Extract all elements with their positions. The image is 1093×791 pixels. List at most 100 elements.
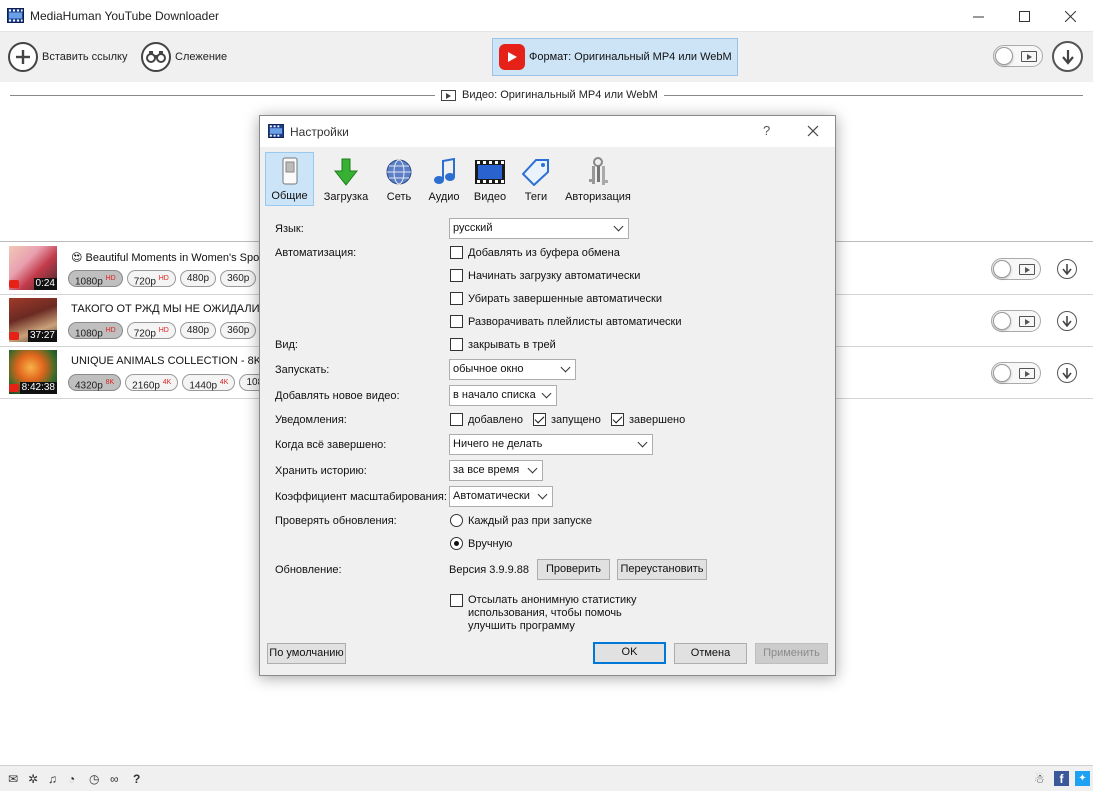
music-icon[interactable]: ♫ — [48, 772, 57, 786]
feedback-icon[interactable]: ✉ — [8, 772, 18, 786]
film-icon — [1019, 264, 1035, 275]
scale-select[interactable]: Автоматически — [449, 486, 553, 507]
notify-finished-checkbox[interactable]: завершено — [611, 413, 685, 426]
tab-network[interactable]: Сеть — [380, 152, 418, 206]
close-dialog-button[interactable] — [804, 122, 822, 140]
tab-label: Авторизация — [565, 191, 631, 203]
download-button[interactable] — [1057, 311, 1077, 331]
download-button[interactable] — [1057, 259, 1077, 279]
dialog-title: Настройки — [290, 125, 349, 139]
mediahuman-icon[interactable]: ☃ — [1034, 772, 1045, 786]
switch-icon — [273, 155, 307, 187]
maximize-button[interactable] — [1001, 0, 1047, 32]
tab-tags[interactable]: Теги — [518, 152, 554, 206]
tab-video[interactable]: Видео — [471, 152, 509, 206]
film-icon — [1019, 368, 1035, 379]
quality-chip[interactable]: 720p HD — [126, 270, 176, 287]
help-button[interactable]: ? — [763, 123, 770, 138]
add-new-video-select[interactable]: в начало списка — [449, 385, 557, 406]
music-note-icon — [427, 156, 461, 188]
cancel-button[interactable]: Отмена — [674, 643, 747, 664]
auto-clipboard-checkbox[interactable]: Добавлять из буфера обмена — [450, 246, 620, 259]
video-mode-toggle[interactable] — [991, 362, 1041, 384]
chevron-down-icon — [637, 437, 648, 448]
launch-select[interactable]: обычное окно — [449, 359, 576, 380]
quality-chips: 1080p HD 720p HD 480p 360p — [68, 270, 257, 287]
quality-chip[interactable]: 1440p 4K — [182, 374, 236, 391]
tab-label: Теги — [524, 191, 548, 203]
close-to-tray-checkbox[interactable]: закрывать в трей — [450, 338, 556, 351]
check-on-start-radio[interactable]: Каждый раз при запуске — [450, 514, 592, 527]
youtube-icon — [499, 44, 525, 70]
history-select[interactable]: за все время — [449, 460, 543, 481]
checkbox-label: добавлено — [468, 413, 524, 426]
facebook-icon[interactable]: f — [1054, 771, 1069, 786]
auto-start-checkbox[interactable]: Начинать загрузку автоматически — [450, 269, 640, 282]
binoculars-icon[interactable]: ∞ — [110, 772, 119, 786]
ok-button[interactable]: OK — [593, 642, 666, 664]
tab-general[interactable]: Общие — [265, 152, 314, 206]
download-button[interactable] — [1057, 363, 1077, 383]
statistics-line: использования, чтобы помочь — [468, 607, 622, 619]
chevron-down-icon — [613, 221, 624, 232]
help-icon[interactable]: ? — [133, 772, 140, 786]
launch-value: обычное окно — [453, 363, 524, 375]
twitter-icon[interactable]: ✦ — [1075, 771, 1090, 786]
format-button[interactable]: Формат: Оригинальный MP4 или WebM — [492, 38, 738, 76]
defaults-button[interactable]: По умолчанию — [267, 643, 346, 664]
checkbox-label: Начинать загрузку автоматически — [468, 269, 641, 282]
video-mode-toggle[interactable] — [991, 310, 1041, 332]
video-mode-toggle[interactable] — [991, 258, 1041, 280]
quality-chip[interactable]: 1080p HD — [68, 322, 123, 339]
statistics-text: Отсылать анонимную статистику использова… — [468, 594, 637, 633]
quality-chip[interactable]: 720p HD — [126, 322, 176, 339]
quality-chip[interactable]: 1080p HD — [68, 270, 123, 287]
minimize-button[interactable] — [955, 0, 1001, 32]
toggle-knob — [993, 364, 1011, 382]
quality-chip[interactable]: 480p — [179, 322, 217, 339]
when-done-select[interactable]: Ничего не делать — [449, 434, 653, 455]
quality-chip[interactable]: 4320p 8K — [68, 374, 122, 391]
quality-chip[interactable]: 2160p 4K — [125, 374, 179, 391]
radio-label: Каждый раз при запуске — [468, 514, 592, 527]
checkbox-box — [450, 413, 463, 426]
tracking-label: Слежение — [175, 51, 228, 63]
checkbox-label: запущено — [551, 413, 601, 426]
check-manually-radio[interactable]: Вручную — [450, 537, 512, 550]
history-value: за все время — [453, 464, 520, 476]
emoji-icon: 😍 — [71, 252, 86, 264]
radio-circle — [450, 514, 463, 527]
apply-button[interactable]: Применить — [755, 643, 828, 664]
close-window-button[interactable] — [1047, 0, 1093, 32]
format-label: Формат: Оригинальный MP4 или WebM — [529, 51, 732, 63]
download-all-button[interactable] — [1052, 41, 1083, 72]
speed-limit-icon[interactable]: ◔ — [68, 772, 75, 786]
video-title-wrap: 😍 Beautiful Moments in Women's Spor — [71, 251, 263, 264]
green-arrow-icon — [329, 156, 363, 188]
language-select[interactable]: русский — [449, 218, 629, 239]
binoculars-icon — [141, 42, 171, 72]
dialog-title-bar: Настройки ? — [260, 116, 835, 147]
clock-icon[interactable]: ◷ — [89, 772, 99, 786]
checkbox-box — [533, 413, 546, 426]
notify-added-checkbox[interactable]: добавлено — [450, 413, 523, 426]
tab-download[interactable]: Загрузка — [320, 152, 372, 206]
tab-authorization[interactable]: Авторизация — [562, 152, 634, 206]
paste-link-button[interactable]: Вставить ссылку — [8, 41, 127, 73]
settings-icon[interactable]: ✲ — [28, 772, 38, 786]
video-mode-toggle[interactable] — [993, 45, 1043, 67]
notify-started-checkbox[interactable]: запущено — [533, 413, 601, 426]
divider — [664, 95, 1083, 96]
quality-chip[interactable]: 360p — [220, 270, 257, 287]
auto-remove-checkbox[interactable]: Убирать завершенные автоматически — [450, 292, 662, 305]
chevron-down-icon — [527, 463, 538, 474]
quality-chip[interactable]: 360p — [220, 322, 257, 339]
quality-chip[interactable]: 480p — [179, 270, 217, 287]
auto-expand-playlists-checkbox[interactable]: Разворачивать плейлисты автоматически — [450, 315, 682, 328]
tab-audio[interactable]: Аудио — [425, 152, 463, 206]
send-statistics-checkbox[interactable]: Отсылать анонимную статистику использова… — [450, 594, 637, 633]
reinstall-button[interactable]: Переустановить — [617, 559, 707, 580]
chevron-down-icon — [560, 362, 571, 373]
tracking-button[interactable]: Слежение — [141, 41, 227, 73]
check-update-button[interactable]: Проверить — [537, 559, 610, 580]
